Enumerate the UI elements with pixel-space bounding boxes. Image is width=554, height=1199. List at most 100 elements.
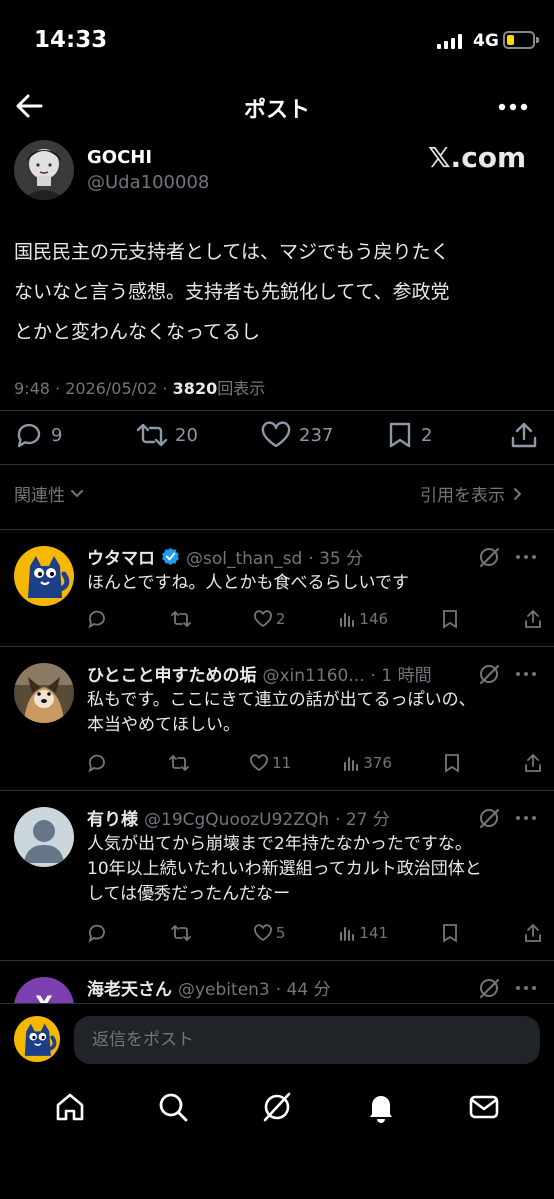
reply-more-button[interactable] xyxy=(516,986,536,990)
reply-text-line: 本当やめてほしい。 xyxy=(87,715,240,735)
reply-comment-button[interactable] xyxy=(87,753,117,773)
more-options-button[interactable] xyxy=(498,103,528,111)
share-icon xyxy=(510,421,538,449)
repost-button[interactable]: 20 xyxy=(136,421,198,449)
reply-bookmark-button[interactable] xyxy=(441,609,471,629)
reply-header: 海老天さん @yebiten3 · 44 分 xyxy=(87,975,331,1000)
reply-author-handle[interactable]: @19CgQuoozU92ZQh xyxy=(144,810,329,830)
reply-button[interactable]: 9 xyxy=(14,421,62,449)
reply-repost-button[interactable] xyxy=(170,923,200,943)
my-avatar[interactable] xyxy=(14,1016,60,1062)
reply-author-handle[interactable]: @sol_than_sd xyxy=(186,549,302,569)
reply-author-name[interactable]: ひとこと申すための垢 xyxy=(87,661,257,686)
reply-share-button[interactable] xyxy=(524,923,542,943)
reply-like-button[interactable]: 2 xyxy=(253,609,286,629)
reply-time: · 1 時間 xyxy=(370,666,432,686)
notifications-icon[interactable] xyxy=(364,1090,398,1124)
reply-like-count: 11 xyxy=(272,754,292,772)
heart-icon xyxy=(260,421,292,449)
reply-text: ほんとですね。人とかも食べるらしいです xyxy=(87,571,527,596)
reply-more-button[interactable] xyxy=(516,816,536,820)
reply-share-button[interactable] xyxy=(524,753,542,773)
reply-avatar-cat[interactable] xyxy=(14,546,74,606)
reply-author-handle[interactable]: @yebiten3 xyxy=(178,980,270,1000)
reply-count: 9 xyxy=(51,424,63,446)
reply-actions: 11 376 xyxy=(87,753,542,773)
share-button[interactable] xyxy=(510,421,538,449)
home-icon[interactable] xyxy=(53,1090,87,1124)
x-brand-text: 𝕏.com xyxy=(428,141,527,174)
reply-bookmark-button[interactable] xyxy=(443,753,473,773)
reply-text: 人気が出てから崩壊まで2年持たなかったですな。 10年以上続いたれいわ新選組って… xyxy=(87,832,532,907)
like-button[interactable]: 237 xyxy=(260,421,333,449)
reply-more-button[interactable] xyxy=(516,555,536,559)
grok-icon[interactable] xyxy=(478,546,500,568)
grok-icon[interactable] xyxy=(478,977,500,999)
author-handle[interactable]: @Uda100008 xyxy=(87,172,209,193)
reply-text-line: ほんとですね。人とかも食べるらしいです xyxy=(87,573,409,593)
reply-more-button[interactable] xyxy=(516,672,536,676)
search-icon[interactable] xyxy=(156,1090,190,1124)
reply-author-handle[interactable]: @xin1160... xyxy=(263,666,365,686)
quotes-label: 引用を表示 xyxy=(420,486,505,506)
reply-avatar-default[interactable] xyxy=(14,807,74,867)
reply-comment-button[interactable] xyxy=(87,923,117,943)
reply-views-button[interactable]: 376 xyxy=(342,754,392,772)
divider xyxy=(0,464,554,465)
bookmark-count: 2 xyxy=(421,424,433,446)
chevron-down-icon xyxy=(70,489,84,499)
grok-icon[interactable] xyxy=(478,807,500,829)
reply-header: 有り様 @19CgQuoozU92ZQh · 27 分 xyxy=(87,805,390,830)
reply-comment-button[interactable] xyxy=(87,609,117,629)
grok-icon[interactable] xyxy=(478,663,500,685)
reply-actions: 5 141 xyxy=(87,923,542,943)
reply-view-count: 376 xyxy=(363,754,392,772)
reply-actions: 2 146 xyxy=(87,609,542,629)
reply-avatar-dog[interactable] xyxy=(14,663,74,723)
messages-icon[interactable] xyxy=(467,1090,501,1124)
reply-share-button[interactable] xyxy=(524,609,542,629)
status-time: 14:33 xyxy=(34,27,108,53)
reply-text-line: 10年以上続いたれいわ新選組ってカルト政治団体と xyxy=(87,859,482,879)
reply-author-name[interactable]: 海老天さん xyxy=(87,975,172,1000)
view-quotes-link[interactable]: 引用を表示 xyxy=(420,481,522,506)
reply-avatar-letter[interactable]: Y xyxy=(14,977,74,1003)
divider xyxy=(0,646,554,647)
reply-time: · 44 分 xyxy=(275,980,331,1000)
reply-icon xyxy=(14,421,44,449)
view-count: 3820 xyxy=(172,379,218,398)
reply-compose-input[interactable]: 返信をポスト xyxy=(74,1016,540,1064)
battery-icon xyxy=(503,31,535,49)
reply-bookmark-button[interactable] xyxy=(441,923,471,943)
reply-repost-button[interactable] xyxy=(170,609,200,629)
post-timestamp: 9:48 · 2026/05/02 · xyxy=(14,379,173,398)
repost-count: 20 xyxy=(175,424,198,446)
reply-header: ウタマロ @sol_than_sd · 35 分 xyxy=(87,544,363,569)
reply-like-button[interactable]: 5 xyxy=(253,923,286,943)
reply-item-partial[interactable]: Y 海老天さん @yebiten3 · 44 分 xyxy=(0,961,554,1003)
reply-author-name[interactable]: ウタマロ xyxy=(87,544,155,569)
view-label: 回表示 xyxy=(217,379,266,398)
reply-text-line: 人気が出てから崩壊まで2年持たなかったですな。 xyxy=(87,834,472,854)
reply-views-button[interactable]: 146 xyxy=(338,610,388,628)
reply-text-line: しては優秀だったんだなー xyxy=(87,884,291,904)
reply-author-name[interactable]: 有り様 xyxy=(87,805,138,830)
reply-like-count: 5 xyxy=(275,924,286,942)
chevron-right-icon xyxy=(513,487,522,501)
reply-like-count: 2 xyxy=(275,610,286,628)
author-name[interactable]: GOCHI xyxy=(87,147,152,168)
reply-views-button[interactable]: 141 xyxy=(338,924,388,942)
post-text-line: 国民民主の元支持者としては、マジでもう戻りたく xyxy=(14,241,450,263)
bottom-tab-bar xyxy=(0,1090,554,1124)
bookmark-button[interactable]: 2 xyxy=(386,421,432,449)
avatar-letter: Y xyxy=(14,977,74,1003)
reply-like-button[interactable]: 11 xyxy=(249,753,291,773)
reply-header: ひとこと申すための垢 @xin1160... · 1 時間 xyxy=(87,661,432,686)
divider xyxy=(0,790,554,791)
sort-dropdown[interactable]: 関連性 xyxy=(14,481,84,506)
post-meta: 9:48 · 2026/05/02 · 3820回表示 xyxy=(14,375,265,399)
author-avatar[interactable] xyxy=(14,140,74,200)
page-title: ポスト xyxy=(243,98,310,123)
grok-tab-icon[interactable] xyxy=(260,1090,294,1124)
reply-repost-button[interactable] xyxy=(168,753,198,773)
